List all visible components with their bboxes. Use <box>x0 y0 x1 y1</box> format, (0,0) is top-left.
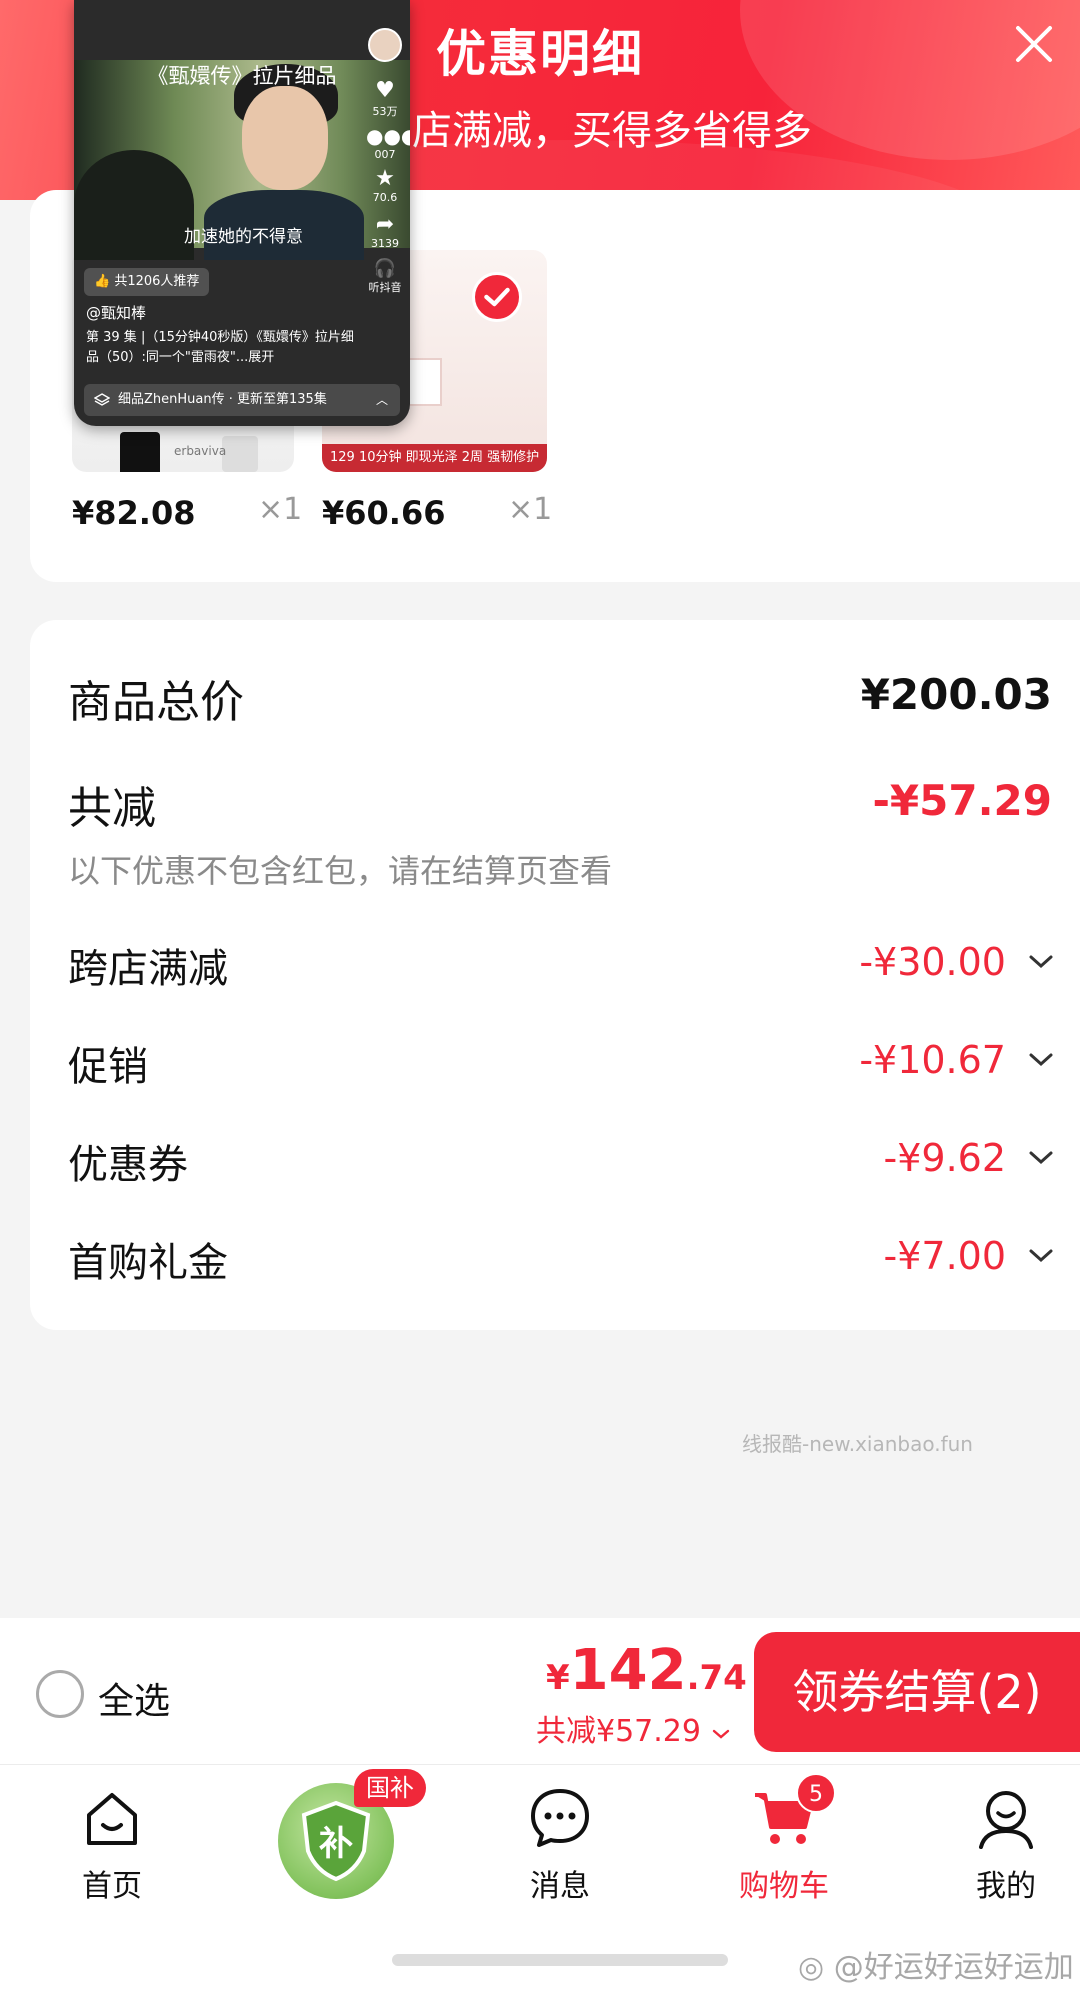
chevron-down-icon <box>712 1729 729 1739</box>
video-description: 第 39 集 |（15分钟40秒版）《甄嬛传》拉片细品（50）:同一个"雷雨夜"… <box>86 330 354 365</box>
video-author[interactable]: @甄知棒 <box>86 302 146 323</box>
video-collection-text: 细品ZhenHuan传 · 更新至第135集 <box>118 392 327 407</box>
cart-count-badge: 5 <box>796 1773 836 1813</box>
weibo-icon: ◎ <box>798 1950 825 1985</box>
heart-icon: ♥ <box>375 78 395 103</box>
favorite-button[interactable]: ★ 70.6 <box>366 166 404 204</box>
tab-label: 我的 <box>976 1869 1036 1904</box>
comment-count: 007 <box>374 148 396 161</box>
comment-icon: ●●● <box>366 124 410 148</box>
subsidy-badge: 国补 <box>354 1769 426 1807</box>
video-caption: 加速她的不得意 <box>184 227 303 247</box>
credit-text: @好运好运好运加 <box>833 1950 1074 1985</box>
tab-profile[interactable]: 我的 <box>926 1783 1080 1905</box>
total-decimal: .74 <box>686 1658 747 1698</box>
discount-hint: 以下优惠不包含红包，请在结算页查看 <box>68 852 613 890</box>
tab-label: 购物车 <box>739 1869 829 1904</box>
listen-label: 听抖音 <box>368 281 402 294</box>
chevron-down-icon[interactable] <box>1026 1148 1056 1168</box>
tab-home[interactable]: 首页 <box>32 1783 192 1905</box>
message-icon <box>531 1789 589 1847</box>
select-all-label[interactable]: 全选 <box>98 1672 170 1724</box>
like-count: 53万 <box>372 105 398 118</box>
total-price-label: 商品总价 <box>68 677 244 728</box>
discount-line-label: 首购礼金 <box>68 1240 228 1286</box>
tab-cart[interactable]: 购物车 <box>704 1783 864 1905</box>
close-icon[interactable] <box>1010 20 1058 68</box>
home-icon <box>87 1793 137 1845</box>
tab-label: 消息 <box>530 1869 590 1904</box>
weibo-credit-watermark: ◎ @好运好运好运加 <box>798 1942 1074 1986</box>
star-icon: ★ <box>375 166 395 191</box>
watermark: 线报酷-new.xianbao.fun <box>742 1432 973 1456</box>
checkout-reduce-toggle[interactable]: 共减¥57.29 <box>536 1706 731 1750</box>
total-reduce-value: -¥57.29 <box>872 776 1052 825</box>
chevron-down-icon[interactable] <box>1026 1050 1056 1070</box>
product-qty-2: ×1 <box>508 492 553 527</box>
total-reduce-label: 共减 <box>68 783 156 834</box>
video-figure <box>242 86 328 190</box>
share-icon: ➦ <box>375 212 395 237</box>
favorite-count: 70.6 <box>372 191 398 204</box>
video-avatar[interactable] <box>366 28 404 62</box>
thumb-up-icon: 👍 <box>94 274 111 289</box>
product-qty-1: ×1 <box>258 492 303 527</box>
tab-label: 首页 <box>82 1869 142 1904</box>
headphones-icon: 🎧 <box>373 258 397 279</box>
like-button[interactable]: ♥ 53万 <box>366 78 404 119</box>
profile-icon <box>979 1791 1033 1849</box>
product-selected-check-icon[interactable] <box>472 272 522 322</box>
chevron-down-icon[interactable] <box>1026 1246 1056 1266</box>
product-bottle-shape <box>120 432 160 472</box>
checkout-total: ¥142.74 <box>546 1638 747 1703</box>
discount-line-value: -¥9.62 <box>883 1136 1007 1180</box>
checkout-button[interactable]: 领券结算(2) <box>754 1632 1080 1752</box>
video-collection-bar[interactable]: 细品ZhenHuan传 · 更新至第135集 ︿ <box>84 384 400 416</box>
video-recommend-text: 共1206人推荐 <box>114 274 200 289</box>
tab-messages[interactable]: 消息 <box>480 1783 640 1905</box>
discount-line-label: 促销 <box>68 1044 148 1090</box>
video-figure <box>74 150 194 260</box>
discount-line-label: 跨店满减 <box>68 946 228 992</box>
share-count: 3139 <box>371 237 399 250</box>
home-indicator[interactable] <box>392 1954 728 1966</box>
chevron-up-icon[interactable]: ︿ <box>376 384 388 416</box>
product-banner: 129 10分钟 即现光泽 2周 强韧修护 <box>322 444 547 472</box>
product-price-2: ¥60.66 <box>322 494 446 532</box>
video-title: 《甄嬛传》拉片细品 <box>147 64 337 88</box>
subsidy-shield-icon: 补 <box>301 1800 371 1882</box>
chevron-down-icon[interactable] <box>1026 952 1056 972</box>
discount-line-value: -¥30.00 <box>859 940 1006 984</box>
checkout-reduce-text: 共减¥57.29 <box>536 1714 701 1749</box>
product-bottle-shape <box>222 436 258 472</box>
checkout-bar: 全选 ¥142.74 共减¥57.29 领券结算(2) <box>0 1618 1080 1764</box>
svg-text:补: 补 <box>319 1824 353 1864</box>
total-integer: 142 <box>569 1638 687 1703</box>
video-recommend-tag[interactable]: 👍 共1206人推荐 <box>84 268 210 296</box>
product-price-1: ¥82.08 <box>72 494 196 532</box>
total-price-value: ¥200.03 <box>860 670 1052 719</box>
select-all-checkbox[interactable] <box>36 1670 84 1718</box>
product-brand: erbaviva <box>174 444 227 458</box>
discount-line-value: -¥10.67 <box>859 1038 1006 1082</box>
discount-line-value: -¥7.00 <box>883 1234 1007 1278</box>
listen-button[interactable]: 🎧 听抖音 <box>366 258 404 295</box>
currency-symbol: ¥ <box>546 1658 570 1698</box>
comment-button[interactable]: ●●● 007 <box>366 124 410 161</box>
share-button[interactable]: ➦ 3139 <box>366 212 404 250</box>
discount-line-label: 优惠券 <box>68 1142 188 1188</box>
floating-video-window[interactable]: 《甄嬛传》拉片细品 加速她的不得意 👍 共1206人推荐 @甄知棒 第 39 集… <box>74 0 410 426</box>
layers-icon <box>94 393 110 406</box>
header-subtitle: 店满减，买得多省得多 <box>412 108 812 154</box>
